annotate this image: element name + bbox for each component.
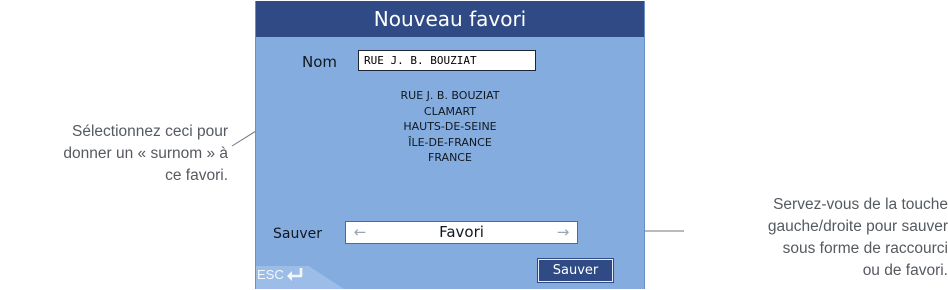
address-line-street: RUE J. B. BOUZIAT <box>400 89 500 102</box>
dialog-title: Nouveau favori <box>256 1 644 37</box>
annotation-save-hint: Servez-vous de la touche gauche/droite p… <box>670 194 948 282</box>
annotation-name-hint: Sélectionnez ceci pour donner un « surno… <box>0 121 228 187</box>
new-favorite-dialog: Nouveau favori Nom RUE J. B. BOUZIAT RUE… <box>255 1 645 289</box>
save-as-label: Sauver <box>273 226 322 242</box>
address-line-city: CLAMART <box>423 104 477 118</box>
address-line-region: ÎLE-DE-FRANCE <box>408 135 492 149</box>
annotation-line: donner un « surnom » à <box>63 145 228 162</box>
annotation-line: ce favori. <box>165 167 228 184</box>
return-arrow-icon[interactable] <box>286 267 304 283</box>
annotation-line: gauche/droite pour sauver <box>767 218 948 235</box>
arrow-right-icon[interactable]: → <box>552 222 574 243</box>
name-label: Nom <box>302 53 338 71</box>
save-type-selector[interactable]: Favori ← → <box>345 221 578 244</box>
name-input[interactable]: RUE J. B. BOUZIAT <box>358 50 536 71</box>
address-line-country: FRANCE <box>428 151 472 164</box>
save-button[interactable]: Sauver <box>537 258 614 283</box>
address-line-department: HAUTS-DE-SEINE <box>403 120 497 133</box>
esc-label: ESC <box>257 267 284 282</box>
arrow-left-icon[interactable]: ← <box>349 222 371 243</box>
annotation-line: Sélectionnez ceci pour <box>72 123 228 140</box>
annotation-line: ou de favori. <box>862 262 948 279</box>
address-block: RUE J. B. BOUZIAT CLAMART HAUTS-DE-SEINE… <box>256 88 644 166</box>
save-type-value: Favori <box>439 223 484 241</box>
annotation-line: sous forme de raccourci <box>782 240 948 257</box>
annotation-line: Servez-vous de la touche <box>773 196 948 213</box>
